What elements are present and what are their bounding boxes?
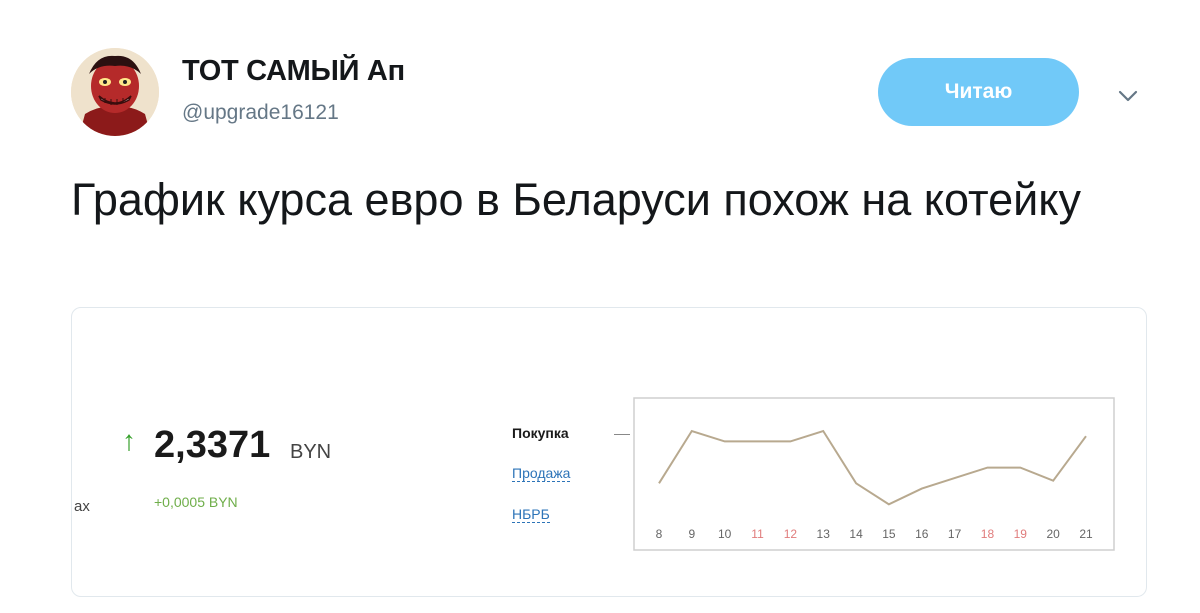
avatar[interactable]	[71, 48, 159, 136]
legend-buy[interactable]: Покупка	[512, 425, 569, 441]
chevron-down-icon[interactable]	[1114, 82, 1142, 110]
legend-sell[interactable]: Продажа	[512, 465, 571, 482]
display-name[interactable]: ТОТ САМЫЙ Ап	[182, 55, 405, 88]
up-arrow-icon: ↑	[122, 425, 136, 456]
x-tick-label: 13	[817, 527, 831, 541]
rate-value: 2,3371	[154, 424, 271, 466]
x-tick-label: 12	[784, 527, 798, 541]
x-tick-label: 19	[1014, 527, 1028, 541]
x-tick-label: 10	[718, 527, 732, 541]
cropped-label: ax	[74, 498, 90, 515]
rate-unit: BYN	[290, 441, 332, 463]
avatar-image	[71, 48, 159, 136]
x-tick-label: 16	[915, 527, 929, 541]
legend-nbrb[interactable]: НБРБ	[512, 506, 550, 523]
x-tick-label: 21	[1079, 527, 1093, 541]
x-tick-label: 11	[751, 527, 764, 541]
x-tick-label: 17	[948, 527, 962, 541]
x-tick-label: 20	[1046, 527, 1060, 541]
x-tick-label: 15	[882, 527, 896, 541]
chart-frame	[633, 397, 1115, 551]
rate-change: +0,0005 BYN	[154, 494, 238, 510]
x-tick-label: 8	[656, 527, 663, 541]
media-card[interactable]: ax ↑ 2,3371 BYN +0,0005 BYN Покупка Прод…	[71, 307, 1147, 597]
x-tick-label: 18	[981, 527, 995, 541]
follow-button[interactable]: Читаю	[878, 58, 1079, 126]
legend-buy-marker	[614, 434, 630, 435]
x-tick-label: 9	[689, 527, 696, 541]
exchange-rate-chart: 8 9 10 11 12 13 14 15 16 17 18 19 20 21	[633, 397, 1115, 551]
tweet-text: График курса евро в Беларуси похож на ко…	[71, 174, 1081, 225]
x-tick-label: 14	[849, 527, 863, 541]
user-handle[interactable]: @upgrade16121	[182, 101, 339, 125]
